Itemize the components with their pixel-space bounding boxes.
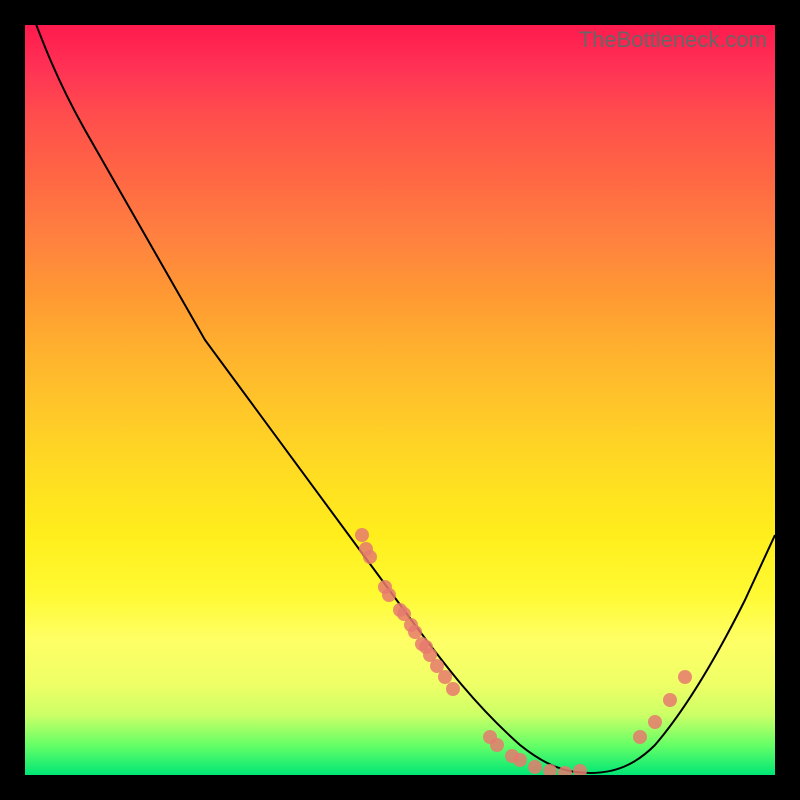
data-point (382, 588, 396, 602)
chart-container: TheBottleneck.com (25, 25, 775, 775)
watermark-text: TheBottleneck.com (579, 27, 767, 53)
data-point (513, 753, 527, 767)
data-point (528, 760, 542, 774)
data-point (355, 528, 369, 542)
data-point (663, 693, 677, 707)
scatter-points-group (355, 528, 692, 775)
data-point (678, 670, 692, 684)
data-point (490, 738, 504, 752)
chart-svg (25, 25, 775, 775)
data-point (363, 550, 377, 564)
data-point (446, 682, 460, 696)
data-point (573, 764, 587, 775)
data-point (438, 670, 452, 684)
bottleneck-curve (25, 25, 775, 773)
data-point (408, 625, 422, 639)
data-point (648, 715, 662, 729)
data-point (633, 730, 647, 744)
